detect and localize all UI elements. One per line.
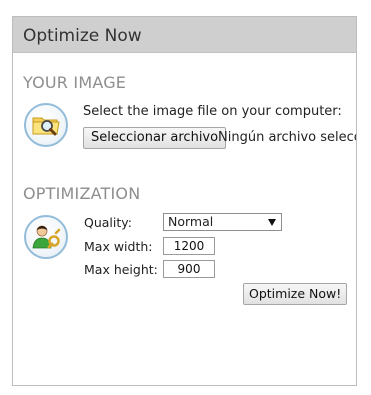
file-status-text: Ningún archivo seleccionado (218, 130, 357, 145)
quality-select[interactable]: Normal (163, 213, 282, 231)
panel-title: Optimize Now (23, 26, 142, 46)
user-settings-icon (24, 215, 68, 259)
quality-select-value: Normal (168, 214, 214, 229)
max-width-input[interactable] (163, 237, 215, 255)
max-height-input[interactable] (163, 260, 215, 278)
max-width-label: Max width: (84, 239, 153, 254)
choose-file-button[interactable]: Seleccionar archivo (83, 127, 227, 149)
dropdown-arrow-icon (268, 219, 276, 226)
quality-label: Quality: (84, 215, 132, 230)
optimization-heading: OPTIMIZATION (23, 184, 141, 203)
max-height-label: Max height: (84, 262, 158, 277)
folder-search-icon (24, 103, 68, 147)
file-instruction: Select the image file on your computer: (83, 104, 342, 119)
optimize-now-button[interactable]: Optimize Now! (243, 283, 348, 305)
your-image-heading: YOUR IMAGE (23, 73, 127, 92)
optimize-panel: Optimize Now YOUR IMAGE Select the image… (12, 16, 357, 386)
